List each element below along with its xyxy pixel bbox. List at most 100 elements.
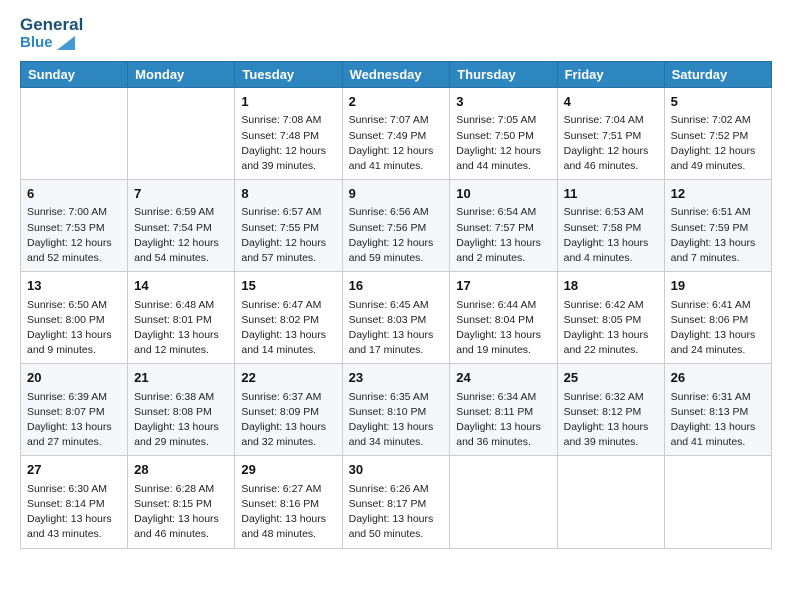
calendar-week-row: 1 Sunrise: 7:08 AM Sunset: 7:48 PM Daylig… — [21, 88, 772, 180]
day-number: 16 — [349, 277, 444, 295]
calendar-cell: 11Sunrise: 6:53 AM Sunset: 7:58 PM Dayli… — [557, 180, 664, 272]
weekday-header: Wednesday — [342, 62, 450, 88]
calendar-cell: 17 Sunrise: 6:44 AM Sunset: 8:04 PM Dayli… — [450, 272, 557, 364]
day-number: 22 — [241, 369, 335, 387]
calendar-cell: 10 Sunrise: 6:54 AM Sunset: 7:57 PM Dayli… — [450, 180, 557, 272]
day-number: 13 — [27, 277, 121, 295]
calendar-week-row: 13 Sunrise: 6:50 AM Sunset: 8:00 PM Dayli… — [21, 272, 772, 364]
logo: GeneralBlue — [20, 16, 83, 51]
day-number: 26 — [671, 369, 765, 387]
calendar-cell: 15 Sunrise: 6:47 AM Sunset: 8:02 PM Dayli… — [235, 272, 342, 364]
calendar-cell: 18 Sunrise: 6:42 AM Sunset: 8:05 PM Dayli… — [557, 272, 664, 364]
calendar-cell: 8 Sunrise: 6:57 AM Sunset: 7:55 PM Daylig… — [235, 180, 342, 272]
calendar-cell — [450, 456, 557, 548]
day-number: 2 — [349, 93, 444, 111]
calendar-cell: 14Sunrise: 6:48 AM Sunset: 8:01 PM Dayli… — [128, 272, 235, 364]
calendar-cell: 16Sunrise: 6:45 AM Sunset: 8:03 PM Dayli… — [342, 272, 450, 364]
calendar-cell: 23 Sunrise: 6:35 AM Sunset: 8:10 PM Dayli… — [342, 364, 450, 456]
day-number: 19 — [671, 277, 765, 295]
weekday-header: Saturday — [664, 62, 771, 88]
day-number: 15 — [241, 277, 335, 295]
day-number: 11 — [564, 185, 658, 203]
day-info: Sunrise: 6:31 AM Sunset: 8:13 PM Dayligh… — [671, 390, 765, 451]
day-info: Sunrise: 6:59 AM Sunset: 7:54 PM Dayligh… — [134, 205, 228, 266]
day-info: Sunrise: 6:37 AM Sunset: 8:09 PM Dayligh… — [241, 390, 335, 451]
day-number: 9 — [349, 185, 444, 203]
day-number: 23 — [349, 369, 444, 387]
calendar-cell: 26 Sunrise: 6:31 AM Sunset: 8:13 PM Dayli… — [664, 364, 771, 456]
day-info: Sunrise: 7:00 AM Sunset: 7:53 PM Dayligh… — [27, 205, 121, 266]
calendar-cell: 29Sunrise: 6:27 AM Sunset: 8:16 PM Dayli… — [235, 456, 342, 548]
day-number: 6 — [27, 185, 121, 203]
weekday-header: Thursday — [450, 62, 557, 88]
day-number: 29 — [241, 461, 335, 479]
day-info: Sunrise: 6:30 AM Sunset: 8:14 PM Dayligh… — [27, 482, 121, 543]
day-info: Sunrise: 7:08 AM Sunset: 7:48 PM Dayligh… — [241, 113, 335, 174]
day-number: 8 — [241, 185, 335, 203]
day-info: Sunrise: 6:32 AM Sunset: 8:12 PM Dayligh… — [564, 390, 658, 451]
calendar-cell: 24 Sunrise: 6:34 AM Sunset: 8:11 PM Dayli… — [450, 364, 557, 456]
day-number: 5 — [671, 93, 765, 111]
header: GeneralBlue — [20, 16, 772, 51]
calendar-cell: 13 Sunrise: 6:50 AM Sunset: 8:00 PM Dayli… — [21, 272, 128, 364]
day-number: 7 — [134, 185, 228, 203]
day-info: Sunrise: 6:35 AM Sunset: 8:10 PM Dayligh… — [349, 390, 444, 451]
day-number: 30 — [349, 461, 444, 479]
calendar-cell — [21, 88, 128, 180]
weekday-header: Tuesday — [235, 62, 342, 88]
day-info: Sunrise: 7:04 AM Sunset: 7:51 PM Dayligh… — [564, 113, 658, 174]
calendar-cell: 28 Sunrise: 6:28 AM Sunset: 8:15 PM Dayli… — [128, 456, 235, 548]
calendar-cell: 12 Sunrise: 6:51 AM Sunset: 7:59 PM Dayli… — [664, 180, 771, 272]
calendar-cell — [557, 456, 664, 548]
day-number: 20 — [27, 369, 121, 387]
page: GeneralBlue SundayMondayTuesdayWednesday… — [0, 0, 792, 612]
day-info: Sunrise: 6:47 AM Sunset: 8:02 PM Dayligh… — [241, 298, 335, 359]
weekday-header-row: SundayMondayTuesdayWednesdayThursdayFrid… — [21, 62, 772, 88]
day-number: 12 — [671, 185, 765, 203]
day-info: Sunrise: 6:51 AM Sunset: 7:59 PM Dayligh… — [671, 205, 765, 266]
day-info: Sunrise: 6:50 AM Sunset: 8:00 PM Dayligh… — [27, 298, 121, 359]
calendar-cell: 21 Sunrise: 6:38 AM Sunset: 8:08 PM Dayli… — [128, 364, 235, 456]
day-number: 17 — [456, 277, 550, 295]
day-number: 25 — [564, 369, 658, 387]
calendar-cell: 7 Sunrise: 6:59 AM Sunset: 7:54 PM Daylig… — [128, 180, 235, 272]
calendar-cell — [128, 88, 235, 180]
calendar-cell: 4Sunrise: 7:04 AM Sunset: 7:51 PM Daylig… — [557, 88, 664, 180]
day-info: Sunrise: 6:57 AM Sunset: 7:55 PM Dayligh… — [241, 205, 335, 266]
day-info: Sunrise: 6:38 AM Sunset: 8:08 PM Dayligh… — [134, 390, 228, 451]
day-info: Sunrise: 7:07 AM Sunset: 7:49 PM Dayligh… — [349, 113, 444, 174]
calendar-cell: 19 Sunrise: 6:41 AM Sunset: 8:06 PM Dayli… — [664, 272, 771, 364]
calendar-cell: 27 Sunrise: 6:30 AM Sunset: 8:14 PM Dayli… — [21, 456, 128, 548]
calendar-cell: 20Sunrise: 6:39 AM Sunset: 8:07 PM Dayli… — [21, 364, 128, 456]
calendar-cell: 6 Sunrise: 7:00 AM Sunset: 7:53 PM Daylig… — [21, 180, 128, 272]
calendar-cell: 9 Sunrise: 6:56 AM Sunset: 7:56 PM Daylig… — [342, 180, 450, 272]
calendar-cell: 22 Sunrise: 6:37 AM Sunset: 8:09 PM Dayli… — [235, 364, 342, 456]
day-info: Sunrise: 6:41 AM Sunset: 8:06 PM Dayligh… — [671, 298, 765, 359]
day-info: Sunrise: 7:02 AM Sunset: 7:52 PM Dayligh… — [671, 113, 765, 174]
calendar-cell — [664, 456, 771, 548]
day-number: 24 — [456, 369, 550, 387]
day-info: Sunrise: 6:34 AM Sunset: 8:11 PM Dayligh… — [456, 390, 550, 451]
day-number: 1 — [241, 93, 335, 111]
day-number: 18 — [564, 277, 658, 295]
calendar-table: SundayMondayTuesdayWednesdayThursdayFrid… — [20, 61, 772, 548]
day-info: Sunrise: 6:44 AM Sunset: 8:04 PM Dayligh… — [456, 298, 550, 359]
calendar-cell: 25 Sunrise: 6:32 AM Sunset: 8:12 PM Dayli… — [557, 364, 664, 456]
day-number: 27 — [27, 461, 121, 479]
weekday-header: Monday — [128, 62, 235, 88]
day-number: 10 — [456, 185, 550, 203]
day-info: Sunrise: 6:42 AM Sunset: 8:05 PM Dayligh… — [564, 298, 658, 359]
calendar-cell: 30Sunrise: 6:26 AM Sunset: 8:17 PM Dayli… — [342, 456, 450, 548]
day-info: Sunrise: 6:56 AM Sunset: 7:56 PM Dayligh… — [349, 205, 444, 266]
day-number: 28 — [134, 461, 228, 479]
calendar-week-row: 27 Sunrise: 6:30 AM Sunset: 8:14 PM Dayli… — [21, 456, 772, 548]
calendar-week-row: 6 Sunrise: 7:00 AM Sunset: 7:53 PM Daylig… — [21, 180, 772, 272]
day-info: Sunrise: 6:28 AM Sunset: 8:15 PM Dayligh… — [134, 482, 228, 543]
calendar-cell: 1 Sunrise: 7:08 AM Sunset: 7:48 PM Daylig… — [235, 88, 342, 180]
weekday-header: Friday — [557, 62, 664, 88]
day-number: 21 — [134, 369, 228, 387]
day-number: 3 — [456, 93, 550, 111]
calendar-week-row: 20Sunrise: 6:39 AM Sunset: 8:07 PM Dayli… — [21, 364, 772, 456]
day-info: Sunrise: 6:54 AM Sunset: 7:57 PM Dayligh… — [456, 205, 550, 266]
day-number: 14 — [134, 277, 228, 295]
